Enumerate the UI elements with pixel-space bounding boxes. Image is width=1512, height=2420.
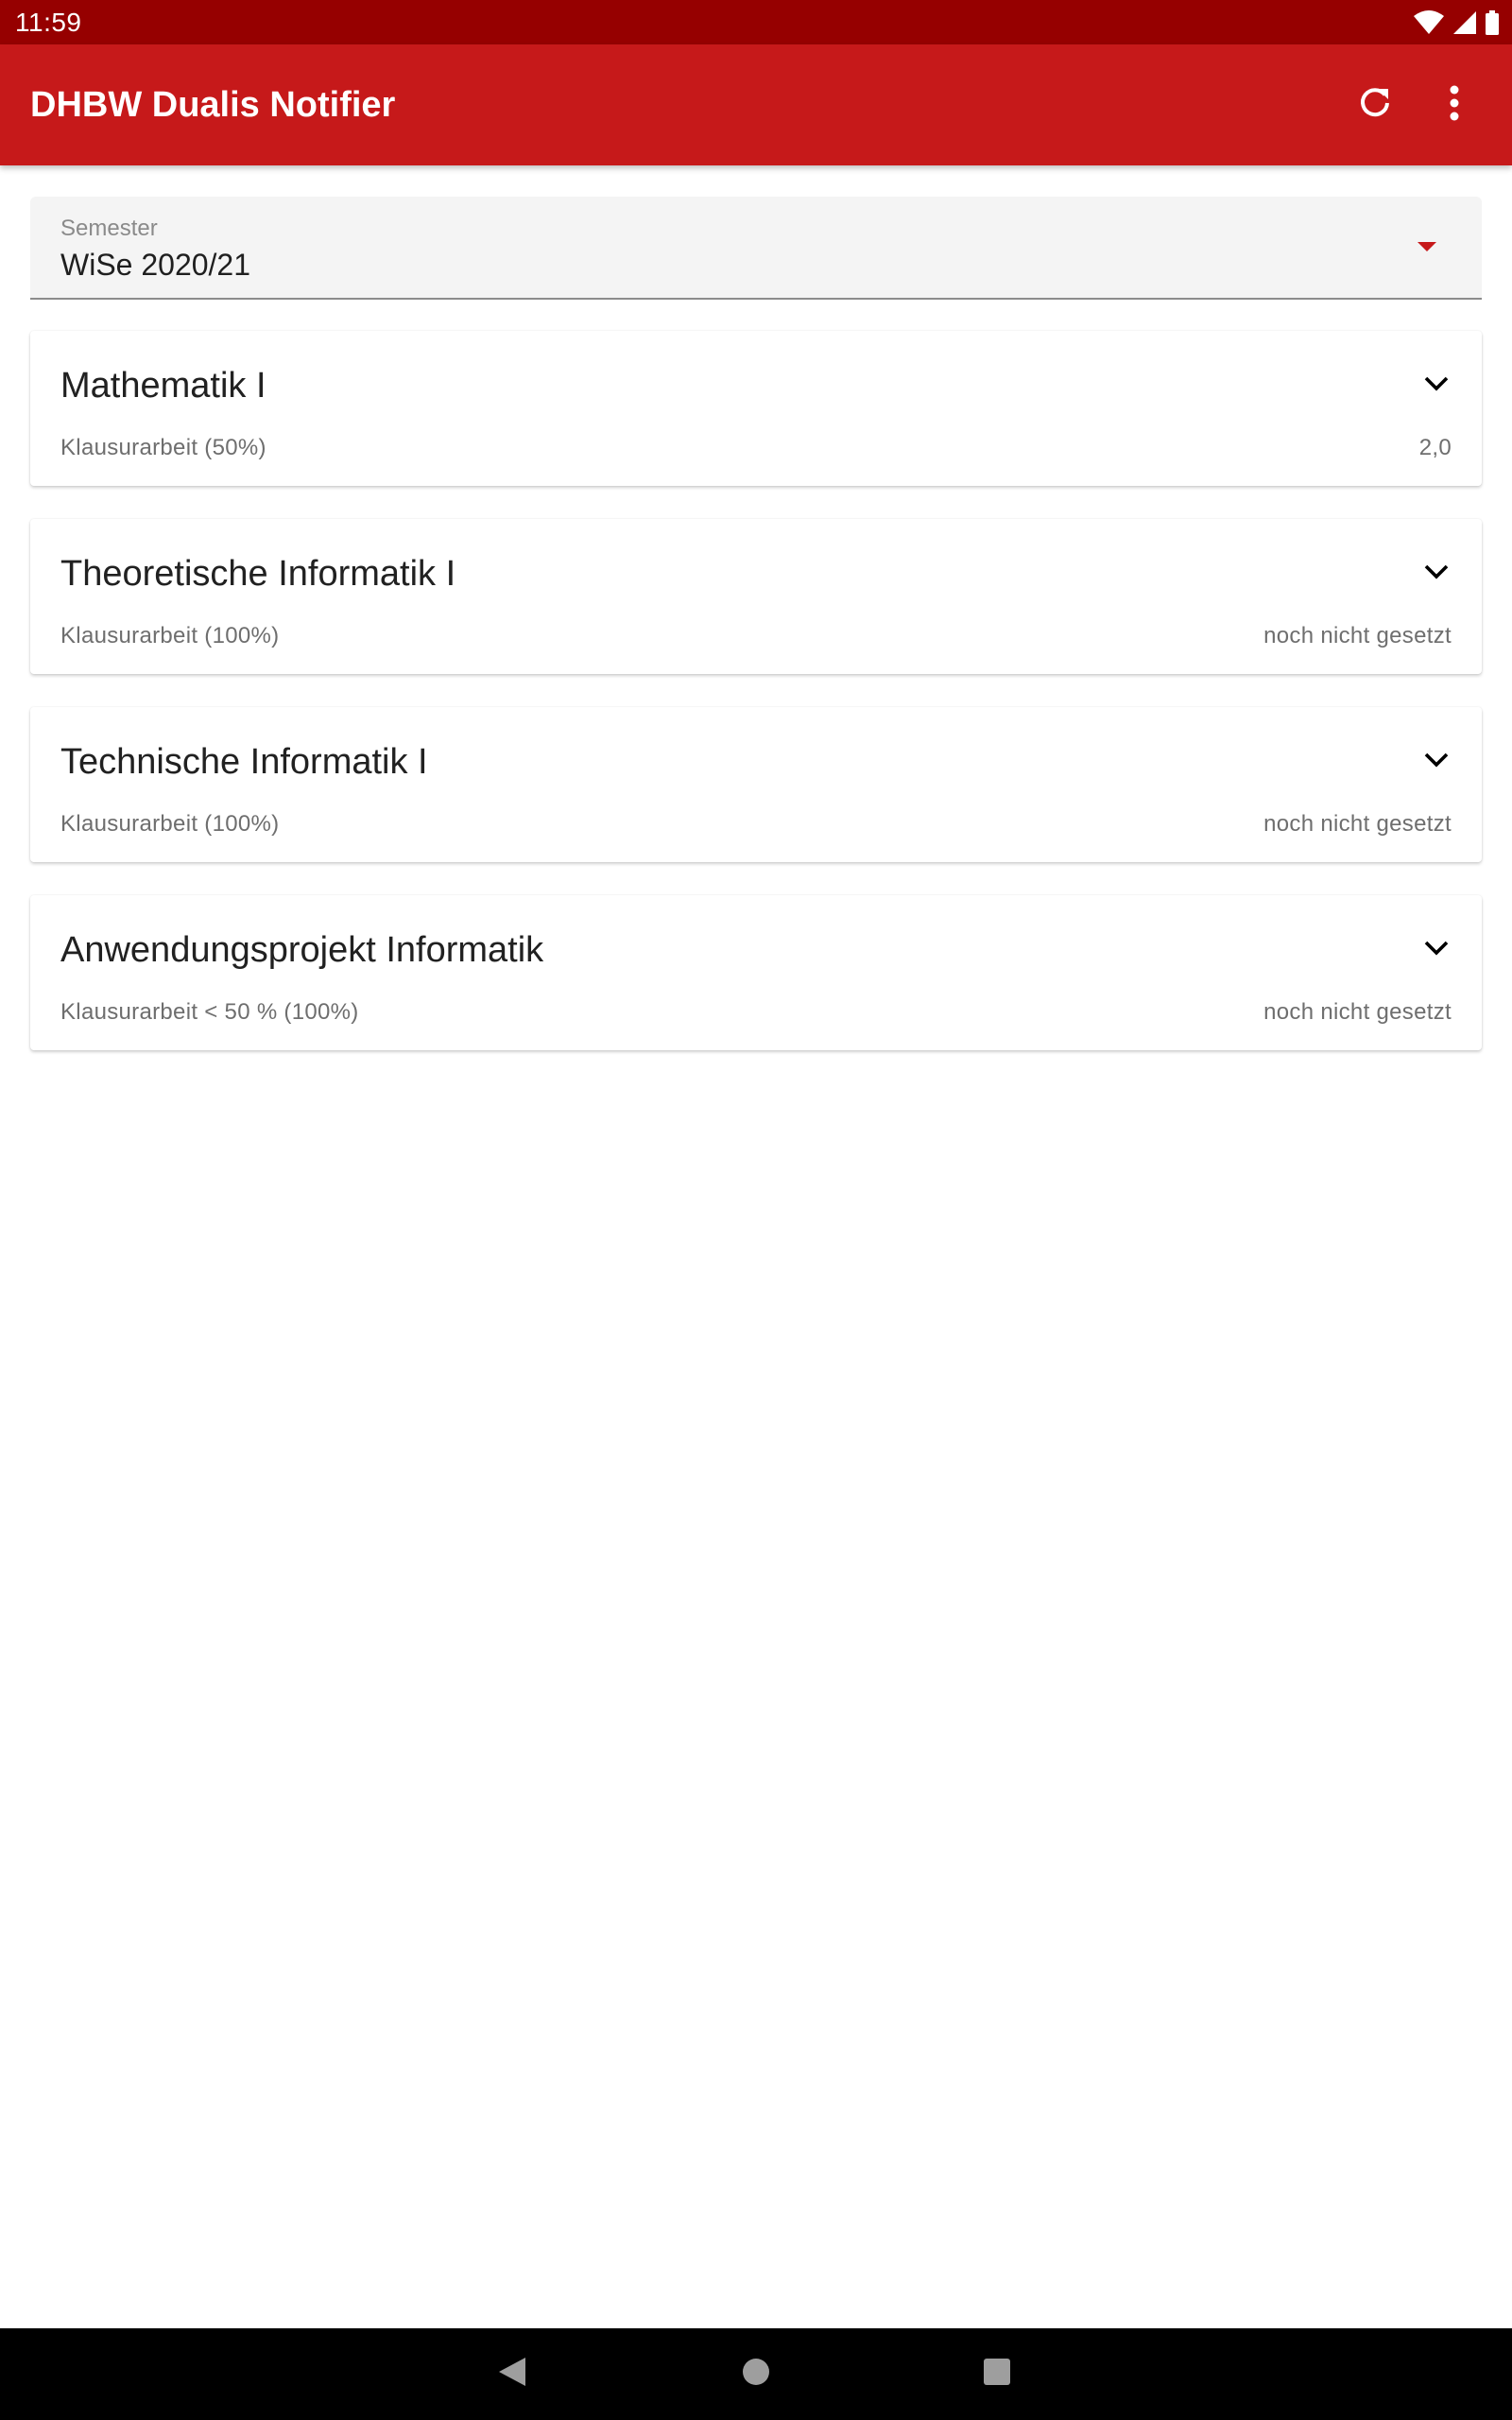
- module-card[interactable]: Theoretische Informatik I Klausurarbeit …: [30, 519, 1482, 674]
- chevron-down-icon[interactable]: [1418, 365, 1455, 403]
- refresh-button[interactable]: [1343, 73, 1407, 137]
- back-icon: [497, 2356, 527, 2393]
- dropdown-arrow-icon: [1418, 242, 1436, 251]
- module-grade: noch nicht gesetzt: [1263, 623, 1452, 648]
- module-grade: noch nicht gesetzt: [1263, 811, 1452, 837]
- semester-dropdown[interactable]: Semester WiSe 2020/21: [30, 197, 1482, 300]
- module-title: Anwendungsprojekt Informatik: [60, 930, 544, 970]
- back-button[interactable]: [484, 2345, 541, 2402]
- signal-icon: [1453, 11, 1476, 34]
- chevron-down-icon[interactable]: [1418, 553, 1455, 591]
- wifi-icon: [1414, 10, 1444, 35]
- module-exam: Klausurarbeit (100%): [60, 811, 280, 837]
- status-time: 11:59: [15, 8, 82, 37]
- app-title: DHBW Dualis Notifier: [30, 85, 396, 125]
- module-exam: Klausurarbeit < 50 % (100%): [60, 999, 359, 1025]
- refresh-icon: [1356, 84, 1394, 127]
- semester-value: WiSe 2020/21: [60, 248, 251, 282]
- module-title: Technische Informatik I: [60, 742, 428, 782]
- module-exam: Klausurarbeit (100%): [60, 623, 280, 648]
- chevron-down-icon[interactable]: [1418, 929, 1455, 967]
- recents-icon: [983, 2358, 1011, 2391]
- home-icon: [742, 2358, 770, 2391]
- more-vert-icon: [1449, 84, 1460, 127]
- module-card[interactable]: Mathematik I Klausurarbeit (50%) 2,0: [30, 331, 1482, 486]
- semester-label: Semester: [60, 216, 158, 241]
- battery-icon: [1486, 10, 1499, 35]
- module-exam: Klausurarbeit (50%): [60, 435, 266, 460]
- app-bar: DHBW Dualis Notifier: [0, 44, 1512, 165]
- module-grade: noch nicht gesetzt: [1263, 999, 1452, 1025]
- module-grade: 2,0: [1418, 435, 1452, 460]
- module-card[interactable]: Anwendungsprojekt Informatik Klausurarbe…: [30, 895, 1482, 1050]
- module-title: Theoretische Informatik I: [60, 554, 456, 594]
- recents-button[interactable]: [969, 2345, 1025, 2402]
- home-button[interactable]: [728, 2345, 784, 2402]
- module-title: Mathematik I: [60, 366, 266, 406]
- status-icons: [1414, 9, 1499, 36]
- module-card[interactable]: Technische Informatik I Klausurarbeit (1…: [30, 707, 1482, 862]
- chevron-down-icon[interactable]: [1418, 741, 1455, 779]
- navigation-bar: [0, 2328, 1512, 2420]
- status-bar: 11:59: [0, 0, 1512, 44]
- more-options-button[interactable]: [1422, 73, 1486, 137]
